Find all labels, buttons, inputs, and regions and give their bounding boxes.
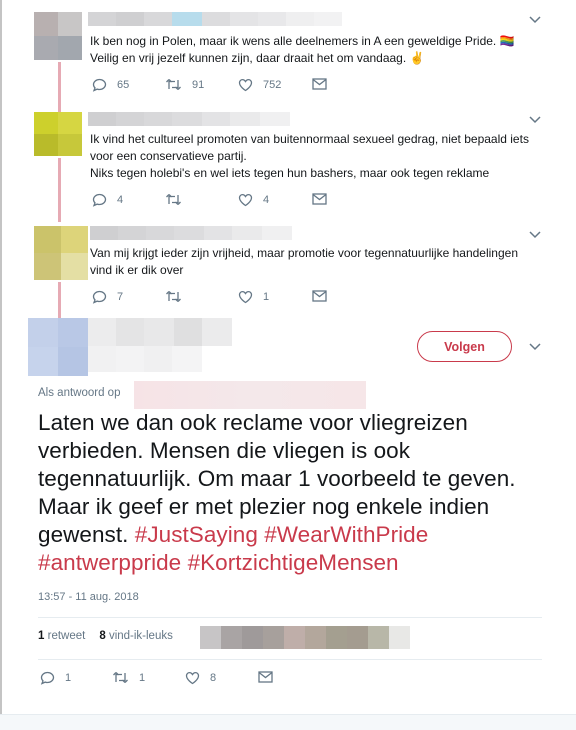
heart-icon [238, 193, 253, 207]
like-button[interactable]: 1 [238, 290, 269, 304]
chevron-down-icon[interactable] [529, 343, 541, 351]
reply-icon [40, 671, 55, 685]
author-handle[interactable] [88, 346, 202, 372]
retweet-stat[interactable]: 1 retweet [38, 630, 85, 642]
direct-message-button[interactable] [258, 671, 273, 683]
reply-button[interactable]: 1 [40, 671, 71, 685]
chevron-down-icon[interactable] [529, 231, 541, 239]
envelope-icon [312, 78, 327, 90]
direct-message-button[interactable] [312, 193, 327, 205]
reply-icon [92, 290, 107, 304]
direct-message-button[interactable] [312, 78, 327, 90]
direct-message-button[interactable] [312, 290, 327, 302]
hashtag-link[interactable]: #WearWithPride [264, 522, 428, 547]
envelope-icon [312, 193, 327, 205]
thread-line [58, 158, 61, 222]
liker-avatars[interactable] [200, 626, 410, 649]
hashtag-link[interactable]: #KortzichtigeMensen [188, 550, 399, 575]
retweet-stat-label: retweet [47, 630, 86, 642]
page-footer-strip [0, 714, 576, 730]
retweet-icon [166, 194, 181, 205]
retweet-icon [166, 79, 181, 90]
tweet-timestamp[interactable]: 13:57 - 11 aug. 2018 [38, 591, 139, 603]
tweet-text: Ik vind het cultureel promoten van buite… [90, 132, 529, 180]
reply-icon [92, 78, 107, 92]
tweet-text: Van mij krijgt ieder zijn vrijheid, maar… [90, 246, 518, 277]
chevron-down-icon[interactable] [529, 16, 541, 24]
retweet-icon [166, 291, 181, 302]
divider [38, 617, 542, 618]
reply-button[interactable]: 7 [92, 290, 123, 304]
retweet-count: 91 [192, 78, 205, 91]
retweet-count: 1 [139, 671, 146, 684]
reply-count: 1 [65, 672, 72, 684]
reply-icon [92, 193, 107, 207]
reply-count: 4 [117, 194, 124, 206]
retweet-button[interactable] [165, 193, 192, 206]
hashtag-link[interactable]: #JustSaying [135, 522, 258, 547]
retweet-icon [113, 672, 128, 683]
reply-count: 65 [117, 79, 130, 91]
heart-icon [238, 78, 253, 92]
like-button[interactable]: 752 [238, 78, 281, 92]
window-edge [0, 0, 2, 730]
envelope-icon [312, 290, 327, 302]
heart-icon [185, 671, 200, 685]
heart-icon [238, 290, 253, 304]
retweet-button[interactable]: 91 [165, 78, 204, 91]
like-count: 8 [210, 672, 217, 684]
like-count: 752 [263, 79, 282, 91]
like-button[interactable]: 4 [238, 193, 269, 207]
tweet-actions: 65 91 752 [92, 78, 352, 96]
reply-button[interactable]: 4 [92, 193, 123, 207]
follow-button[interactable]: Volgen [417, 331, 512, 362]
hashtag-link[interactable]: #antwerppride [38, 550, 181, 575]
author-name[interactable] [88, 318, 232, 346]
retweet-button[interactable]: 1 [112, 671, 145, 684]
like-stat[interactable]: 8 vind-ik-leuks [99, 630, 173, 642]
tweet-actions: 4 4 [92, 193, 352, 211]
like-button[interactable]: 8 [185, 671, 216, 685]
retweet-stat-count: 1 [38, 630, 45, 642]
tweet-actions: 7 1 [92, 290, 352, 308]
chevron-down-icon[interactable] [529, 116, 541, 124]
divider [38, 659, 542, 660]
envelope-icon [258, 671, 273, 683]
tweet-stats: 1 retweet 8 vind-ik-leuks [38, 630, 173, 642]
like-stat-count: 8 [99, 630, 106, 642]
author-name[interactable] [88, 112, 290, 126]
like-stat-label: vind-ik-leuks [108, 630, 173, 642]
like-count: 4 [263, 194, 270, 206]
reply-to-handle[interactable] [134, 381, 366, 409]
avatar[interactable] [34, 112, 82, 156]
avatar[interactable] [34, 12, 82, 60]
avatar[interactable] [34, 226, 88, 280]
main-tweet-actions: 1 1 8 [40, 671, 300, 689]
author-name[interactable] [90, 226, 292, 240]
reply-count: 7 [117, 291, 124, 303]
thread-line [58, 282, 61, 318]
tweet-text: Ik ben nog in Polen, maar ik wens alle d… [90, 34, 515, 65]
retweet-button[interactable] [165, 290, 192, 303]
reply-to-label: Als antwoord op [38, 387, 121, 399]
thread-line [58, 62, 61, 112]
avatar[interactable] [28, 318, 88, 376]
reply-button[interactable]: 65 [92, 78, 129, 92]
main-tweet-text: Laten we dan ook reclame voor vliegreize… [38, 409, 548, 577]
author-name[interactable] [88, 12, 342, 26]
like-count: 1 [263, 291, 270, 303]
